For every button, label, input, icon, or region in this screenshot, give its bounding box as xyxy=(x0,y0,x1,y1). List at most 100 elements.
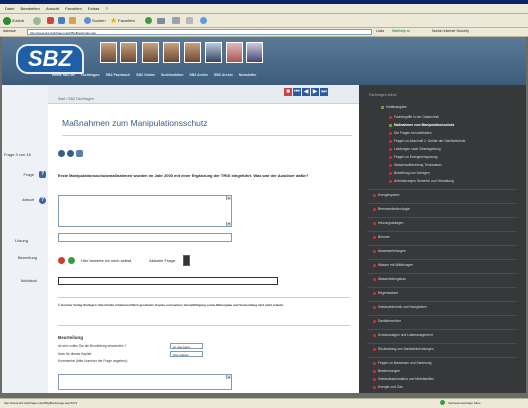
menu-help[interactable]: ? xyxy=(105,6,107,11)
favorites-button[interactable]: ★ Favoriten xyxy=(110,16,135,25)
copyright-notice: © Gentner Verlag Stuttgart / Alle Inhalt… xyxy=(58,303,284,307)
star-icon: ★ xyxy=(110,15,118,25)
bullet-icon xyxy=(389,171,392,175)
links-label[interactable]: Links xyxy=(376,29,384,33)
menu-favoriten[interactable]: Favoriten xyxy=(65,6,82,11)
nav-link[interactable]: SBZ Online xyxy=(136,73,155,77)
back-button[interactable]: Zurück xyxy=(3,16,24,25)
menu-item-active[interactable]: Maßnahmen zum Manipulationsschutz xyxy=(389,123,454,127)
overview-icon[interactable] xyxy=(76,150,83,157)
menu-bearbeiten[interactable]: Bearbeiten xyxy=(20,6,39,11)
panel-divider xyxy=(367,203,517,204)
nav-link[interactable]: SBZ Fachbuch xyxy=(106,73,131,77)
search-button[interactable]: Suchen xyxy=(84,16,106,25)
panel-divider xyxy=(367,329,517,330)
menu-item[interactable]: Inhaltsangabe xyxy=(381,105,407,109)
bullet-icon xyxy=(373,333,376,337)
bullet-icon xyxy=(373,347,376,351)
antwort-icon[interactable]: ? xyxy=(39,197,46,204)
menu-item[interactable]: Wasser mit Mitteilungen xyxy=(373,263,413,267)
notes-field[interactable] xyxy=(58,277,278,285)
menu-ansicht[interactable]: Ansicht xyxy=(46,6,59,11)
home-button[interactable] xyxy=(69,16,76,25)
menu-item[interactable]: Fragen zu Energieeinsparung xyxy=(389,155,437,159)
scroll-up-icon[interactable]: ▲ xyxy=(226,375,231,379)
menu-item[interactable]: Fragen zu Bauwesen und Sanierung xyxy=(373,361,432,365)
author-photo-4 xyxy=(163,42,180,63)
address-label: Adresse xyxy=(3,29,16,33)
menu-item[interactable]: Energiesparen xyxy=(373,193,399,197)
answer-textarea[interactable]: ▲ ▼ xyxy=(58,195,232,227)
bullet-icon xyxy=(373,277,376,281)
menu-item[interactable]: Wasseraufbereitung Trinkwasser xyxy=(389,163,442,167)
menu-item[interactable]: Sanitärbereiche xyxy=(373,319,401,323)
mail-button[interactable] xyxy=(157,16,165,25)
wrong-icon[interactable] xyxy=(58,257,65,264)
comment-textarea[interactable]: ▲ xyxy=(58,374,232,390)
menu-item[interactable]: Wasserleitungsbau xyxy=(373,277,406,281)
favorites-label: Favoriten xyxy=(118,18,135,23)
nav-link[interactable]: SBZ Archiv xyxy=(189,73,208,77)
menu-item[interactable]: Energie und Gas xyxy=(373,385,403,389)
loesung-label: Lösung xyxy=(14,238,28,243)
menu-item[interactable]: Die Fragen herunterladen xyxy=(389,131,432,135)
rating-select-2[interactable]: bitte wählen xyxy=(170,351,203,357)
url-input[interactable]: http://www.sbz-fachfragen.de/frBigBook/i… xyxy=(27,29,372,35)
menu-item[interactable]: Leistungen nach Gesetzgebung xyxy=(389,147,441,151)
nav-link[interactable]: Suchfunktion xyxy=(161,73,183,77)
nav-link[interactable]: SBZ Archiv xyxy=(214,73,233,77)
webhelp-link[interactable]: Webhelp.ru xyxy=(392,29,410,33)
bullet-icon xyxy=(389,147,392,151)
frage-icon[interactable]: ? xyxy=(39,171,46,178)
menu-item[interactable]: Abwasserleitungen xyxy=(373,249,406,253)
menu-item[interactable]: Heizungsanlagen xyxy=(373,221,403,225)
bewertung-label: Bewertung xyxy=(17,255,37,260)
main-content: Start / SBZ Fachfragen ■ ⏮ ◀ ▶ ⏭ Maßnahm… xyxy=(48,85,359,393)
menu-item[interactable]: Bestimmungen xyxy=(373,369,400,373)
stop-icon xyxy=(47,17,54,24)
menu-item[interactable]: Regenwasser xyxy=(373,291,398,295)
scroll-down-icon[interactable]: ▼ xyxy=(226,222,231,226)
first-page-icon[interactable]: ⏮ xyxy=(293,88,301,96)
prev-question-icon[interactable] xyxy=(58,150,65,157)
print-page-icon[interactable]: ■ xyxy=(284,88,292,96)
menu-item[interactable]: Rückhaltung von Sanitäreinrichtungen xyxy=(373,347,434,351)
edit-button[interactable] xyxy=(186,16,193,25)
nav-link[interactable]: Home SBZ.de xyxy=(52,73,75,77)
next-page-icon[interactable]: ▶ xyxy=(311,88,319,96)
scroll-up-icon[interactable]: ▲ xyxy=(226,196,231,200)
menu-item[interactable]: Gebäudeautomation und Mehrfamilien xyxy=(373,377,434,381)
last-page-icon[interactable]: ⏭ xyxy=(320,88,328,96)
menu-item[interactable]: Bestellung von Vorlagen xyxy=(389,171,430,175)
norton-link[interactable]: Norton Internet Security xyxy=(432,29,469,33)
menu-item[interactable]: Anforderungen Gewerbe und Verwaltung xyxy=(389,179,454,183)
menu-item[interactable]: Schutzanlagen und Lastmanagement xyxy=(373,333,433,337)
menu-item[interactable]: Brennwerttechnologie xyxy=(373,207,410,211)
menu-item[interactable]: Brenner xyxy=(373,235,390,239)
rating-question-1: Ist sein vollen Sie die Beurteilung verw… xyxy=(58,344,127,348)
forward-button[interactable] xyxy=(33,16,41,25)
messenger-button[interactable] xyxy=(200,16,207,25)
sbz-logo[interactable]: SBZ xyxy=(16,44,84,74)
nav-link[interactable]: Newsletter xyxy=(239,73,257,77)
prev-page-icon[interactable]: ◀ xyxy=(302,88,310,96)
menu-item[interactable]: Gebäudetechnik und Neuigkeiten xyxy=(373,305,427,309)
back-arrow-icon xyxy=(3,16,11,25)
refresh-button[interactable] xyxy=(58,16,65,25)
messenger-icon xyxy=(200,17,207,24)
menu-extras[interactable]: Extras xyxy=(88,6,99,11)
menu-datei[interactable]: Datei xyxy=(5,6,14,11)
history-button[interactable] xyxy=(145,16,152,25)
solution-field[interactable] xyxy=(58,233,232,242)
menu-item[interactable]: Fragen zu Abschnitt 1: Geräte der Sanitä… xyxy=(389,139,465,143)
breadcrumb[interactable]: Start / SBZ Fachfragen xyxy=(58,97,94,101)
stop-button[interactable] xyxy=(47,16,54,25)
nav-link[interactable]: Fachfragen xyxy=(81,73,100,77)
rating-select-1[interactable]: an das Kana xyxy=(170,343,203,349)
menu-item[interactable]: Fachbegriffe in der Gastechnik xyxy=(389,115,439,119)
correct-icon[interactable] xyxy=(68,257,75,264)
print-button[interactable] xyxy=(172,16,180,25)
next-question-icon[interactable] xyxy=(67,150,74,157)
bullet-icon xyxy=(373,319,376,323)
antwort-label: Antwort xyxy=(22,198,34,202)
